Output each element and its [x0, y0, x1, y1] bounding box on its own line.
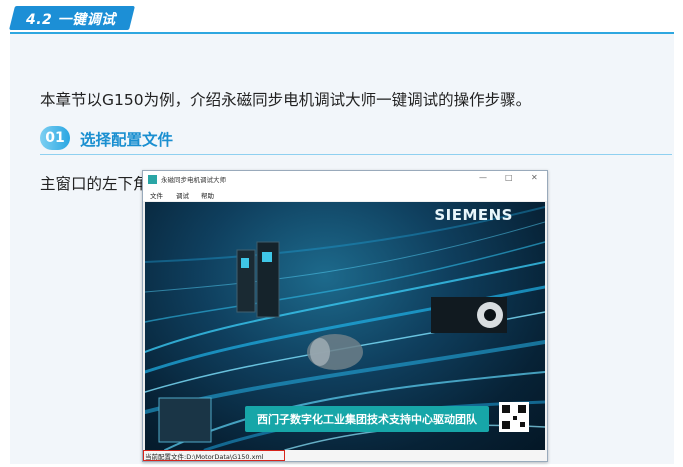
window-titlebar: 永磁同步电机调试大师 — □ ✕: [143, 171, 547, 188]
app-icon: [148, 175, 157, 184]
step-title: 选择配置文件: [80, 131, 174, 149]
step-divider: [40, 154, 672, 155]
maximize-icon[interactable]: □: [505, 173, 513, 182]
banner-caption-bar: 西门子数字化工业集团技术支持中心驱动团队: [245, 406, 489, 432]
section-title: 4.2 一键调试: [26, 12, 116, 28]
banner-caption: 西门子数字化工业集团技术支持中心驱动团队: [257, 413, 477, 426]
brand-logo-text: SIEMENS: [434, 206, 513, 224]
menu-bar: 文件 调试 帮助: [143, 188, 547, 201]
app-window-screenshot: 永磁同步电机调试大师 — □ ✕ 文件 调试 帮助 SIEMENS 西门子数字化…: [142, 170, 548, 462]
status-bar: 当前配置文件:D:\MotorData\G150.xml: [143, 450, 547, 461]
menu-file[interactable]: 文件: [150, 190, 163, 200]
intro-text: 本章节以G150为例，介绍永磁同步电机调试大师一键调试的操作步骤。: [40, 91, 532, 109]
step-number-badge: 01: [40, 126, 70, 150]
window-title: 永磁同步电机调试大师: [161, 176, 226, 184]
menu-debug[interactable]: 调试: [176, 190, 189, 200]
minimize-icon[interactable]: —: [479, 173, 487, 182]
current-config-path: 当前配置文件:D:\MotorData\G150.xml: [145, 453, 264, 461]
menu-help[interactable]: 帮助: [201, 190, 214, 200]
banner-image: SIEMENS 西门子数字化工业集团技术支持中心驱动团队: [145, 202, 545, 450]
close-icon[interactable]: ✕: [531, 173, 538, 182]
